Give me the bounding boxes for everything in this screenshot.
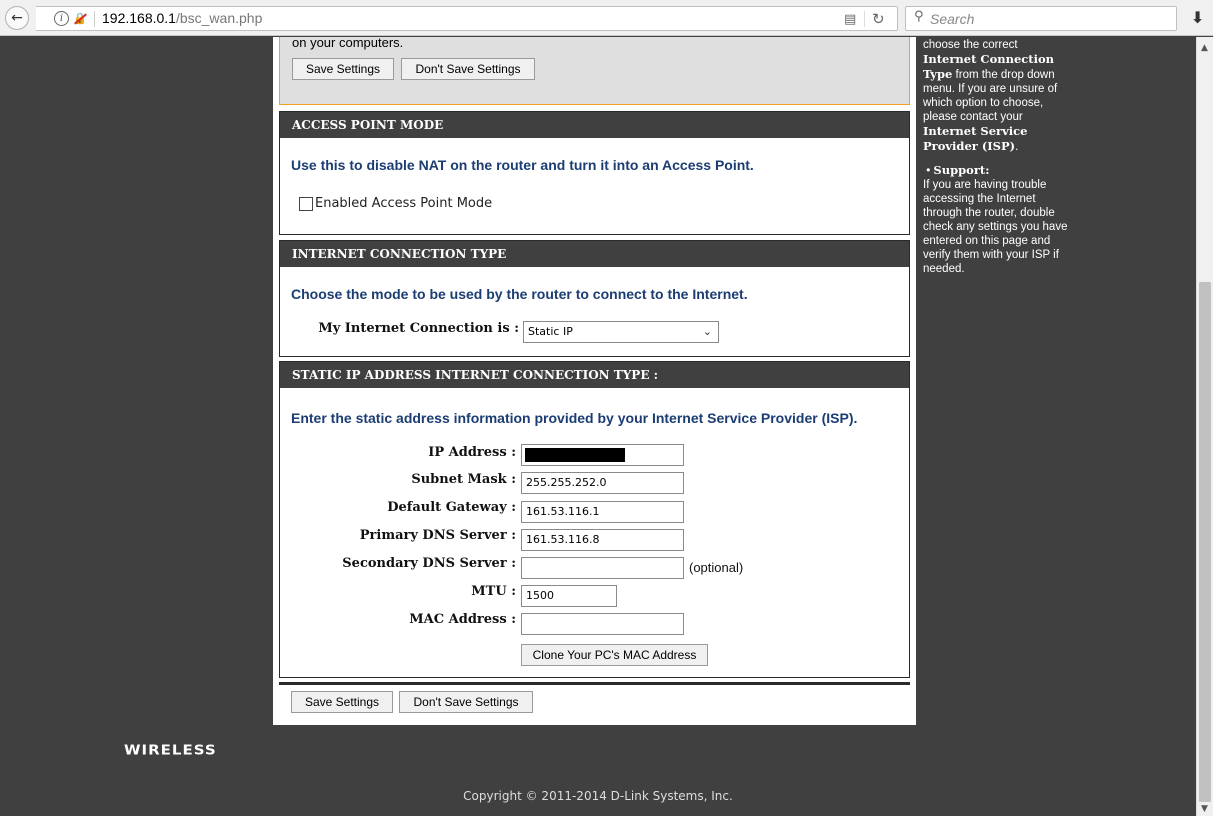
internet-connection-section: INTERNET CONNECTION TYPE Choose the mode… (279, 240, 910, 357)
search-icon: ⚲ (914, 9, 924, 24)
primary-dns-input[interactable]: 161.53.116.8 (521, 529, 684, 551)
mtu-input[interactable]: 1500 (521, 585, 617, 607)
primary-dns-label: Primary DNS Server : (359, 528, 516, 543)
redaction-block (525, 448, 625, 462)
chevron-down-icon: ⌄ (702, 325, 712, 338)
page-viewport: on your computers. Save Settings Don't S… (0, 37, 1196, 816)
connection-type-label: My Internet Connection is : (318, 321, 519, 336)
info-icon[interactable]: i (54, 11, 69, 26)
mtu-label: MTU : (471, 584, 516, 599)
section-title: ACCESS POINT MODE (280, 112, 909, 138)
connection-type-value: Static IP (528, 325, 573, 338)
divider (279, 682, 910, 685)
help-bold-2: Internet Service Provider (ISP) (923, 124, 1028, 153)
top-settings-box: on your computers. Save Settings Don't S… (279, 37, 910, 105)
access-point-section: ACCESS POINT MODE Use this to disable NA… (279, 111, 910, 235)
url-divider (94, 11, 95, 27)
ip-address-label: IP Address : (428, 445, 516, 460)
main-content: on your computers. Save Settings Don't S… (273, 37, 916, 725)
search-box[interactable]: ⚲ Search (905, 6, 1177, 31)
url-path: /bsc_wan.php (175, 10, 263, 26)
mac-address-input[interactable] (521, 613, 684, 635)
help-text: choose the correct Internet Connection T… (923, 38, 1076, 154)
section-title: STATIC IP ADDRESS INTERNET CONNECTION TY… (280, 362, 909, 388)
reader-view-icon[interactable]: ▤ (844, 12, 856, 27)
secondary-dns-input[interactable] (521, 557, 684, 579)
help-panel: choose the correct Internet Connection T… (918, 37, 1081, 725)
static-ip-section: STATIC IP ADDRESS INTERNET CONNECTION TY… (279, 361, 910, 678)
dont-save-settings-button[interactable]: Don't Save Settings (399, 691, 533, 713)
url-host: 192.168.0.1 (102, 10, 176, 26)
save-settings-button[interactable]: Save Settings (291, 691, 393, 713)
optional-note: (optional) (689, 560, 744, 575)
access-point-checkbox[interactable] (299, 197, 313, 211)
partial-text: on your computers. (292, 37, 404, 50)
dont-save-settings-button-top[interactable]: Don't Save Settings (401, 58, 535, 80)
scroll-down-icon[interactable]: ▼ (1201, 804, 1208, 814)
help-line-1: choose the correct (923, 39, 1018, 51)
scroll-thumb[interactable] (1199, 282, 1211, 802)
toolbar-divider (864, 11, 865, 27)
default-gateway-label: Default Gateway : (387, 500, 516, 515)
address-bar[interactable]: i 🔒 192.168.0.1/bsc_wan.php ▤ ↻ (36, 6, 898, 31)
secondary-dns-label: Secondary DNS Server : (342, 556, 516, 571)
ip-address-input[interactable] (521, 444, 684, 466)
section-description: Choose the mode to be used by the router… (291, 286, 748, 302)
url-text[interactable]: 192.168.0.1/bsc_wan.php (102, 10, 262, 26)
default-gateway-input[interactable]: 161.53.116.1 (521, 501, 684, 523)
subnet-mask-input[interactable]: 255.255.252.0 (521, 472, 684, 494)
subnet-mask-label: Subnet Mask : (411, 472, 516, 487)
reload-icon[interactable]: ↻ (872, 10, 885, 28)
vertical-scrollbar[interactable]: ▲ ▼ (1196, 37, 1213, 816)
insecure-lock-icon[interactable]: 🔒 (73, 12, 87, 26)
section-description: Enter the static address information pro… (291, 410, 858, 426)
section-title: INTERNET CONNECTION TYPE (280, 241, 909, 267)
clone-mac-button[interactable]: Clone Your PC's MAC Address (521, 644, 708, 666)
browser-toolbar: ← i 🔒 192.168.0.1/bsc_wan.php ▤ ↻ ⚲ Sear… (0, 0, 1213, 36)
save-settings-button-top[interactable]: Save Settings (292, 58, 394, 80)
download-icon[interactable]: ⬇ (1191, 8, 1204, 27)
support-title: Support: (933, 163, 990, 177)
support-heading: • Support: (923, 163, 990, 177)
wireless-logo: WIRELESS (124, 741, 217, 759)
footer-band: WIRELESS (118, 725, 1081, 777)
mac-address-label: MAC Address : (409, 612, 516, 627)
section-description: Use this to disable NAT on the router an… (291, 157, 754, 173)
support-text: If you are having trouble accessing the … (923, 179, 1068, 275)
search-placeholder: Search (930, 11, 975, 27)
access-point-checkbox-label[interactable]: Enabled Access Point Mode (315, 196, 492, 211)
scroll-up-icon[interactable]: ▲ (1201, 43, 1208, 53)
left-sidebar (118, 37, 273, 725)
help-line-3: . (1015, 141, 1019, 153)
connection-type-select[interactable]: Static IP ⌄ (523, 321, 719, 343)
copyright-text: Copyright © 2011-2014 D-Link Systems, In… (463, 789, 733, 803)
back-arrow-icon[interactable]: ← (5, 6, 29, 30)
